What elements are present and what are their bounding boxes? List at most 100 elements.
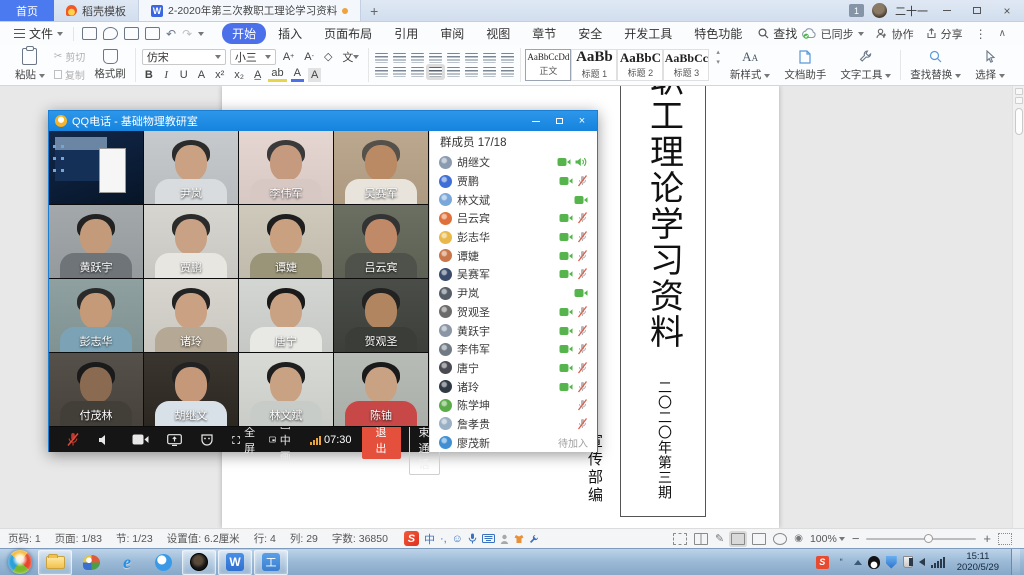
zoom-slider[interactable] xyxy=(866,538,976,540)
fullscreen-button[interactable]: 全屏 xyxy=(227,427,264,452)
member-row-吴赛军[interactable]: 吴赛军 xyxy=(430,265,597,284)
clear-format-button[interactable]: ◇ xyxy=(321,50,335,64)
ime-skin-icon[interactable] xyxy=(514,534,524,544)
tool-新样式-button[interactable]: AA新样式 xyxy=(723,48,777,82)
new-tab-button[interactable]: + xyxy=(361,0,387,21)
ime-mode-toggle[interactable]: 中 xyxy=(424,531,435,547)
video-cell-李伟军[interactable]: 李伟军 xyxy=(239,131,334,205)
ime-toolbox-icon[interactable] xyxy=(529,534,539,544)
eye-protect-icon[interactable]: ◉ xyxy=(794,533,803,544)
qq-maximize-button[interactable] xyxy=(550,114,568,128)
video-cell-尹岚[interactable]: 尹岚 xyxy=(144,131,239,205)
justify-icon[interactable] xyxy=(429,67,442,77)
taskbar-clock[interactable]: 15:112020/5/29 xyxy=(951,551,1005,574)
style-chip-正文[interactable]: AaBbCcDd正文 xyxy=(525,49,571,81)
member-row-胡继文[interactable]: 胡继文 xyxy=(430,153,597,172)
account-avatar[interactable] xyxy=(872,3,887,18)
tray-volume-icon[interactable] xyxy=(919,558,925,566)
ime-profile-icon[interactable] xyxy=(500,534,509,544)
tray-qq-icon[interactable] xyxy=(868,556,880,569)
show-desktop-button[interactable] xyxy=(1011,549,1020,575)
qq-call-window[interactable]: QQ电话 - 基础物理教研室 × 尹岚李伟军吴赛军黄跃宇贾鹏谭婕吕云宾彭志华诸玲… xyxy=(48,110,598,452)
video-cell-谭婕[interactable]: 谭婕 xyxy=(239,205,334,279)
video-cell-screen-share[interactable] xyxy=(49,131,144,205)
video-cell-唐宁[interactable]: 唐宁 xyxy=(239,279,334,353)
italic-button[interactable]: I xyxy=(160,68,173,82)
status-segment-4[interactable]: 行: 4 xyxy=(254,531,276,546)
align-right-icon[interactable] xyxy=(411,67,424,77)
mic-muted-button[interactable] xyxy=(57,427,89,452)
web-layout-icon[interactable] xyxy=(773,533,787,545)
member-row-詹孝贵[interactable]: 詹孝贵 xyxy=(430,415,597,434)
video-cell-付茂林[interactable]: 付茂林 xyxy=(49,353,144,427)
menu-item-引用[interactable]: 引用 xyxy=(384,23,428,44)
menu-item-章节[interactable]: 章节 xyxy=(522,23,566,44)
text-effects-button[interactable]: A̲ xyxy=(251,68,264,82)
align-left-icon[interactable] xyxy=(375,67,388,77)
highlight-button[interactable]: ab xyxy=(268,68,286,82)
underline-button[interactable]: U xyxy=(177,68,191,82)
video-cell-吴赛军[interactable]: 吴赛军 xyxy=(334,131,429,205)
write-mode-icon[interactable]: ✎ xyxy=(715,532,724,545)
indent-decrease-icon[interactable] xyxy=(411,53,424,63)
account-name[interactable]: 二十一 xyxy=(895,3,928,19)
cloud-sync-button[interactable]: 已同步 xyxy=(802,26,864,42)
member-row-李伟军[interactable]: 李伟军 xyxy=(430,340,597,359)
close-button[interactable]: × xyxy=(996,3,1018,19)
shrink-font-button[interactable]: A- xyxy=(301,50,317,64)
style-chip-标题 2[interactable]: AaBbC标题 2 xyxy=(617,49,663,81)
tab-docer[interactable]: 稻壳模板 xyxy=(54,0,138,21)
camera-button[interactable] xyxy=(123,427,158,452)
cut-button[interactable]: ✂剪切 xyxy=(54,49,85,64)
member-row-诸玲[interactable]: 诸玲 xyxy=(430,377,597,396)
start-button[interactable] xyxy=(8,550,32,574)
grow-font-button[interactable]: A+ xyxy=(280,50,297,64)
show-marks-icon[interactable] xyxy=(483,53,496,63)
copy-button[interactable]: 复制 xyxy=(54,67,85,82)
tab-document[interactable]: W2-2020年第三次教职工理论学习资料 xyxy=(138,0,361,21)
effects-button[interactable] xyxy=(191,427,223,452)
tray-network-icon[interactable] xyxy=(931,557,945,568)
menu-item-视图[interactable]: 视图 xyxy=(476,23,520,44)
video-cell-贾鹏[interactable]: 贾鹏 xyxy=(144,205,239,279)
tray-sogou-icon[interactable]: S xyxy=(816,556,829,569)
align-center-icon[interactable] xyxy=(393,67,406,77)
fullscreen-view-icon[interactable] xyxy=(673,533,687,545)
minimize-button[interactable] xyxy=(936,3,958,19)
read-layout-icon[interactable] xyxy=(694,533,708,545)
status-segment-1[interactable]: 页面: 1/83 xyxy=(55,531,102,546)
menu-item-插入[interactable]: 插入 xyxy=(268,23,312,44)
undo-icon[interactable]: ↶ xyxy=(166,27,176,41)
tray-expand-icon[interactable] xyxy=(854,560,862,565)
fit-page-icon[interactable] xyxy=(998,533,1012,545)
member-row-陈学坤[interactable]: 陈学坤 xyxy=(430,396,597,415)
shading-icon[interactable] xyxy=(483,67,496,77)
font-name-select[interactable]: 仿宋 xyxy=(142,49,226,65)
ime-bar[interactable]: S 中 ·, ☺ xyxy=(404,531,539,547)
quick-access-caret[interactable] xyxy=(198,32,204,36)
menu-item-页面布局[interactable]: 页面布局 xyxy=(314,23,382,44)
char-shading-button[interactable]: A xyxy=(308,68,321,82)
sogou-ime-icon[interactable]: S xyxy=(404,531,419,546)
bold-button[interactable]: B xyxy=(142,68,156,82)
distribute-icon[interactable] xyxy=(447,67,460,77)
tool-文字工具-button[interactable]: 文字工具 xyxy=(833,48,898,82)
qq-titlebar[interactable]: QQ电话 - 基础物理教研室 × xyxy=(49,111,597,131)
status-segment-2[interactable]: 节: 1/23 xyxy=(116,531,153,546)
restore-button[interactable] xyxy=(966,3,988,19)
zoom-in-button[interactable]: + xyxy=(983,532,991,545)
member-row-贾鹏[interactable]: 贾鹏 xyxy=(430,172,597,191)
tray-security-shield-icon[interactable] xyxy=(886,556,897,569)
ime-emoji-icon[interactable]: ☺ xyxy=(452,533,463,545)
bullets-icon[interactable] xyxy=(375,53,388,63)
tray-misc-icon[interactable]: “ xyxy=(835,556,848,569)
menu-item-审阅[interactable]: 审阅 xyxy=(430,23,474,44)
zoom-slider-thumb[interactable] xyxy=(924,534,933,543)
menu-item-安全[interactable]: 安全 xyxy=(568,23,612,44)
font-color-button[interactable]: A xyxy=(291,68,304,82)
style-gallery-scroll[interactable]: ▴▾ xyxy=(713,48,723,82)
file-menu-button[interactable]: 文件 xyxy=(8,25,69,42)
format-painter-button[interactable]: 格式刷 xyxy=(91,49,129,81)
style-chip-标题 3[interactable]: AaBbCc标题 3 xyxy=(663,49,709,81)
sort-icon[interactable] xyxy=(465,53,478,63)
